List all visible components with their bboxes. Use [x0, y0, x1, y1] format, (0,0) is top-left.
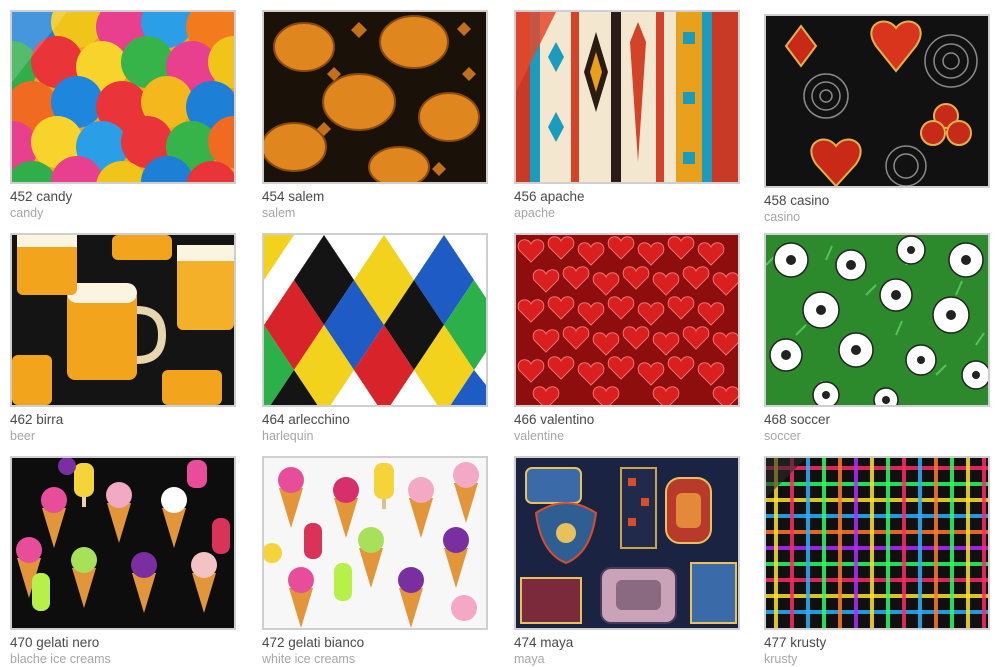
product-title[interactable]: 464 arlecchino [262, 412, 488, 428]
fabric-swatch-maya[interactable] [514, 456, 740, 630]
fabric-swatch-krusty[interactable] [764, 456, 990, 630]
fabric-swatch-apache[interactable] [514, 10, 740, 184]
fabric-swatch-gelati-nero[interactable] [10, 456, 236, 630]
product-subtitle: casino [764, 210, 801, 224]
product-title[interactable]: 474 maya [514, 635, 740, 651]
product-subtitle: white ice creams [262, 652, 356, 666]
fabric-swatch-soccer[interactable] [764, 233, 990, 407]
product-card-soccer[interactable]: 468 soccer soccer [764, 233, 990, 444]
product-title[interactable]: 468 soccer [764, 412, 990, 428]
product-card-krusty[interactable]: 477 krusty krusty [764, 456, 990, 667]
product-card-birra[interactable]: 462 birra beer [10, 233, 236, 444]
product-card-candy[interactable]: 452 candy candy [10, 10, 236, 221]
fabric-swatch-candy[interactable] [10, 10, 236, 184]
product-title[interactable]: 456 apache [514, 189, 740, 205]
product-subtitle: soccer [764, 429, 801, 443]
product-card-maya[interactable]: 474 maya maya [514, 456, 740, 667]
product-card-salem[interactable]: 454 salem salem [262, 10, 488, 221]
product-subtitle: blache ice creams [10, 652, 111, 666]
product-card-casino[interactable]: 458 casino casino [764, 14, 990, 225]
product-subtitle: apache [514, 206, 556, 220]
fabric-swatch-salem[interactable] [262, 10, 488, 184]
product-title[interactable]: 477 krusty [764, 635, 990, 651]
product-subtitle: harlequin [262, 429, 314, 443]
product-subtitle: salem [262, 206, 296, 220]
product-subtitle: beer [10, 429, 36, 443]
product-subtitle: valentine [514, 429, 565, 443]
product-subtitle: maya [514, 652, 545, 666]
product-title[interactable]: 462 birra [10, 412, 236, 428]
fabric-swatch-casino[interactable] [764, 14, 990, 188]
product-title[interactable]: 452 candy [10, 189, 236, 205]
product-card-gelati-nero[interactable]: 470 gelati nero blache ice creams [10, 456, 236, 667]
fabric-swatch-valentino[interactable] [514, 233, 740, 407]
product-subtitle: candy [10, 206, 44, 220]
product-card-arlecchino[interactable]: 464 arlecchino harlequin [262, 233, 488, 444]
fabric-swatch-gelati-bianco[interactable] [262, 456, 488, 630]
fabric-swatch-birra[interactable] [10, 233, 236, 407]
product-title[interactable]: 466 valentino [514, 412, 740, 428]
product-title[interactable]: 472 gelati bianco [262, 635, 488, 651]
product-subtitle: krusty [764, 652, 798, 666]
fabric-swatch-arlecchino[interactable] [262, 233, 488, 407]
product-title[interactable]: 470 gelati nero [10, 635, 236, 651]
product-title[interactable]: 454 salem [262, 189, 488, 205]
product-card-gelati-bianco[interactable]: 472 gelati bianco white ice creams [262, 456, 488, 667]
product-card-valentino[interactable]: 466 valentino valentine [514, 233, 740, 444]
product-card-apache[interactable]: 456 apache apache [514, 10, 740, 221]
product-title[interactable]: 458 casino [764, 193, 990, 209]
